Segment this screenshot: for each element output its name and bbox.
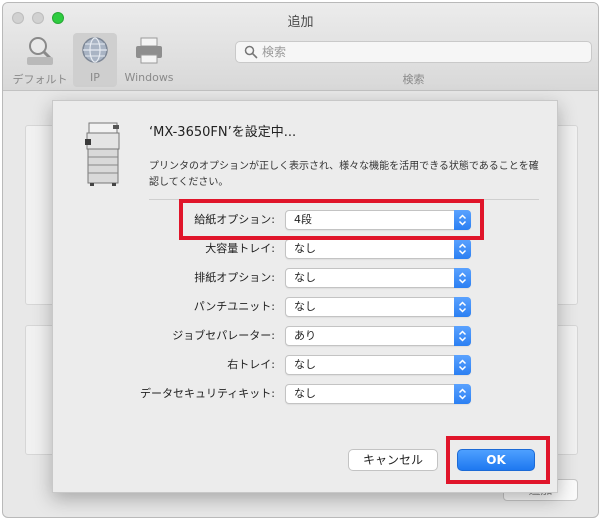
toolbar-windows-label: Windows: [124, 71, 174, 84]
popup-value: なし: [294, 387, 316, 400]
popup-value: なし: [294, 358, 316, 371]
windows-printer-icon: [136, 37, 162, 64]
search-input[interactable]: [262, 44, 582, 60]
sheet-title: ‘MX-3650FN’を設定中...: [149, 125, 297, 140]
option-label-data-security-kit: データセキュリティキット:: [139, 387, 275, 400]
popup-value: あり: [294, 329, 316, 342]
up-down-chevron-icon: [458, 388, 467, 400]
window-title: 追加: [287, 15, 314, 30]
option-label-job-separator: ジョブセパレーター:: [172, 329, 275, 342]
popup-value: なし: [294, 271, 316, 284]
cancel-button[interactable]: キャンセル: [348, 449, 438, 471]
popup-arrows: [454, 268, 471, 288]
popup-arrows: [454, 239, 471, 259]
popup-job-separator[interactable]: あり: [285, 326, 471, 346]
printer-options-sheet: ‘MX-3650FN’を設定中... プリンタのオプションが正しく表示され、様々…: [52, 100, 558, 493]
toolbar-windows-button[interactable]: Windows: [117, 33, 181, 87]
popup-value: なし: [294, 242, 316, 255]
option-label-right-tray: 右トレイ:: [227, 358, 275, 371]
up-down-chevron-icon: [458, 359, 467, 371]
add-printer-window: 追加 デフォルト IP Windows 検索 検索 ‘MX-3650FN’を設定…: [2, 2, 599, 518]
option-label-punch-unit: パンチユニット:: [193, 300, 275, 313]
popup-arrows: [454, 355, 471, 375]
popup-right-tray[interactable]: なし: [285, 355, 471, 375]
popup-arrows: [454, 326, 471, 346]
globe-icon: [82, 37, 108, 63]
search-caption: 検索: [402, 73, 425, 86]
up-down-chevron-icon: [458, 301, 467, 313]
title-toolbar: 追加 デフォルト IP Windows 検索 検索: [3, 3, 598, 91]
default-printer-icon: [27, 37, 53, 65]
option-label-large-capacity-tray: 大容量トレイ:: [205, 242, 275, 255]
popup-arrows: [454, 297, 471, 317]
up-down-chevron-icon: [458, 330, 467, 342]
sheet-description: プリンタのオプションが正しく表示され、様々な機能を活用できる状態であることを確認…: [149, 161, 539, 188]
highlight-ok-button: [446, 436, 550, 484]
search-icon: [244, 45, 258, 59]
search-field[interactable]: [235, 41, 592, 63]
up-down-chevron-icon: [458, 243, 467, 255]
toolbar-default-button[interactable]: デフォルト: [7, 33, 73, 87]
popup-arrows: [454, 384, 471, 404]
toolbar-ip-button[interactable]: IP: [73, 33, 117, 87]
popup-data-security-kit[interactable]: なし: [285, 384, 471, 404]
toolbar-ip-label: IP: [90, 71, 100, 84]
popup-punch-unit[interactable]: なし: [285, 297, 471, 317]
popup-value: なし: [294, 300, 316, 313]
popup-output-option[interactable]: なし: [285, 268, 471, 288]
popup-large-capacity-tray[interactable]: なし: [285, 239, 471, 259]
option-label-output-option: 排紙オプション:: [194, 271, 275, 284]
toolbar-default-label: デフォルト: [12, 73, 68, 86]
up-down-chevron-icon: [458, 272, 467, 284]
printer-device-icon: [85, 122, 120, 186]
highlight-paper-feed: [179, 199, 484, 240]
